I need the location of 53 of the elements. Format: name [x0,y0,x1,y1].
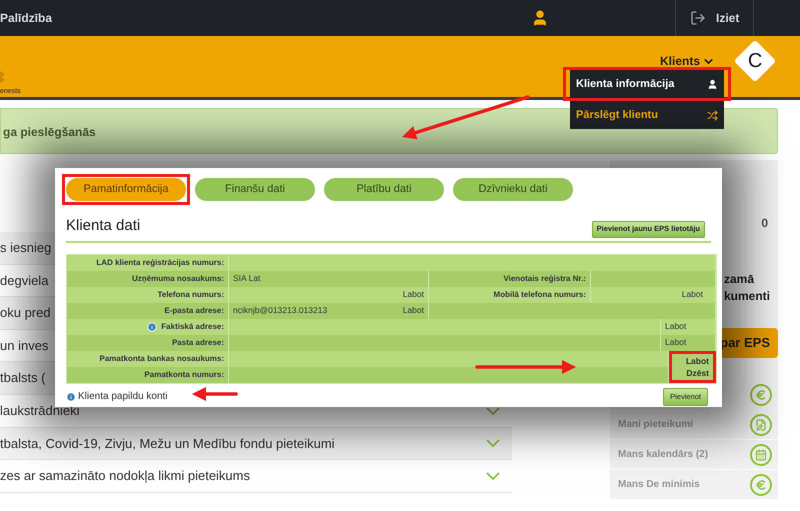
menu-item[interactable]: Pārslēgt klientu [570,101,724,129]
list-item-text: oku pred [0,304,51,322]
field-label-text: Uzņēmuma nosaukums: [132,272,224,284]
edit-link[interactable]: Labot [402,288,424,301]
field-value: nciknjb@013213.013213 [233,304,328,317]
field-label-text: E-pasta adrese: [164,304,224,316]
count-text: 0 [761,215,768,232]
field-label-text: Faktiskā adrese: [161,320,224,332]
logout-icon [690,10,706,26]
side-link-text: Mans De minimis [618,478,700,492]
client-menu-button[interactable]: Klients [660,52,716,70]
panel-title: Klienta dati [66,216,140,236]
side-link-text: Mani pieteikumi [618,418,694,432]
list-item-text: tbalsta, Covid-19, Zivju, Mežu un Medību fondu pieteikumi [0,434,335,453]
euro-icon [750,474,772,496]
alert-text: ga pieslēgšanās [3,125,96,139]
tab[interactable]: Finanšu dati [195,178,315,201]
side-panel-text: zamā kumenti [724,271,772,305]
list-item-text: laukstrādnieki [0,402,80,420]
edit-link[interactable]: Labot [665,320,686,333]
document-icon [750,414,772,436]
user-icon[interactable] [531,9,549,27]
list-row[interactable]: tbalsta, Covid-19, Zivju, Mežu un Medību fondu pieteikumi [0,428,512,460]
field-label: Pamatkonta numurs: [67,366,229,382]
list-item-text: un inves [0,336,48,355]
shuffle-icon [707,110,718,120]
action-link[interactable]: Dzēst [686,366,709,378]
edit-link[interactable]: Labot [665,336,686,349]
list-item-text: s iesnieg [0,239,52,258]
edit-link[interactable]: Labot [682,288,711,301]
list-item-text: zes ar samazināto nodokļa likmi pieteikums [0,467,250,486]
tab[interactable]: Dzīvnieku dati [453,178,573,201]
calendar-icon [750,444,772,466]
side-link-text: Mans kalendārs (2) [618,448,708,462]
logout-button[interactable]: Iziet [676,0,754,36]
user-icon [707,78,718,90]
list-item-text: tbalsts ( [0,369,46,388]
field-label-text: LAD klienta reģistrācijas numurs: [96,256,224,268]
logo-drawing [0,70,6,84]
field-label-text: Pasta adrese: [172,336,224,348]
list-item-text: degviela [0,272,48,290]
annotation-arrow [192,387,238,401]
tab[interactable]: Platību dati [324,178,444,201]
menu-item[interactable]: Klienta informācija [570,70,724,98]
edit-link[interactable]: Labot [402,304,424,317]
euro-icon [750,384,772,406]
field-label-text: Telefona numurs: [157,288,224,300]
avatar-letter: C [748,49,762,74]
help-link[interactable]: Palīdzība [0,9,520,27]
tab[interactable]: Pamatinformācija [66,178,186,201]
field-value: SIA Lat [233,272,260,285]
action-link[interactable]: Labot [686,354,709,366]
info-icon [66,392,76,402]
